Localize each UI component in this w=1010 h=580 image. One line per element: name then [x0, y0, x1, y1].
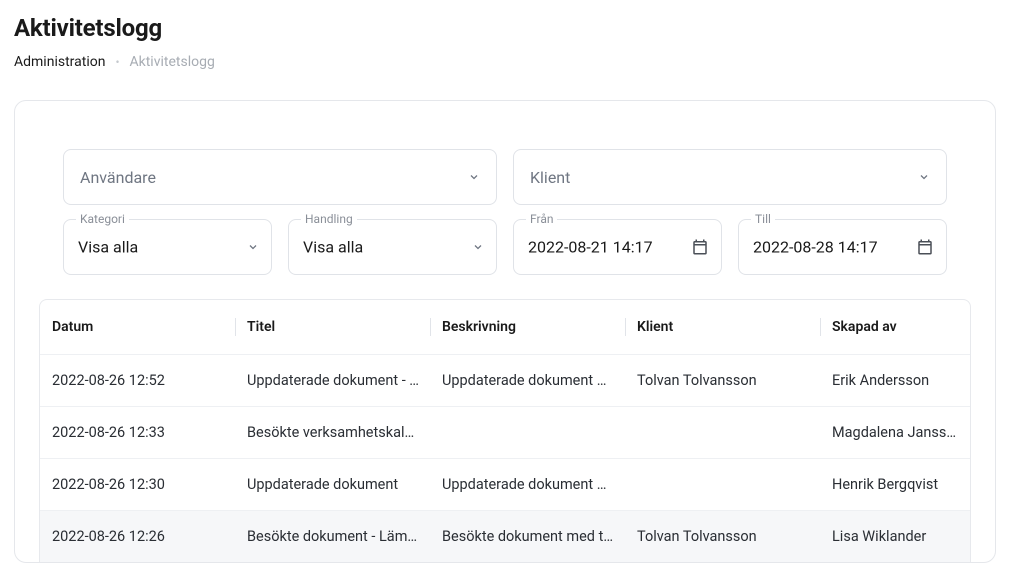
user-select-placeholder: Användare [80, 168, 156, 187]
activity-table: Datum Titel Beskrivning Klient Skapad av… [39, 299, 971, 562]
td-title: Uppdaterade dokument [235, 476, 430, 493]
td-created-by: Magdalena Jansson [820, 424, 970, 441]
th-created-by[interactable]: Skapad av [820, 319, 970, 335]
td-title: Uppdaterade dokument - … [235, 372, 430, 389]
activity-log-card: Användare Klient Kategori Visa alla [14, 100, 996, 563]
td-created-by: Erik Andersson [820, 372, 970, 389]
td-date: 2022-08-26 12:33 [40, 424, 235, 441]
breadcrumb-current: Aktivitetslogg [130, 54, 215, 70]
table-row[interactable]: 2022-08-26 12:52 Uppdaterade dokument - … [40, 354, 970, 406]
from-date-field[interactable]: Från 2022-08-21 14:17 [513, 219, 722, 275]
category-select[interactable]: Kategori Visa alla [63, 219, 272, 275]
td-date: 2022-08-26 12:30 [40, 476, 235, 493]
chevron-down-icon [468, 171, 480, 183]
chevron-down-icon [247, 241, 259, 253]
calendar-icon[interactable] [916, 238, 934, 256]
page-title: Aktivitetslogg [14, 14, 996, 42]
filters: Användare Klient Kategori Visa alla [15, 149, 995, 299]
td-title: Besökte dokument - Läm… [235, 528, 430, 545]
to-date-field[interactable]: Till 2022-08-28 14:17 [738, 219, 947, 275]
td-created-by: Henrik Bergqvist [820, 476, 970, 493]
table-header: Datum Titel Beskrivning Klient Skapad av [40, 300, 970, 354]
breadcrumb-separator: • [115, 55, 119, 69]
breadcrumb: Administration • Aktivitetslogg [14, 54, 996, 70]
chevron-down-icon [918, 171, 930, 183]
client-select[interactable]: Klient [513, 149, 947, 205]
to-value: 2022-08-28 14:17 [753, 238, 878, 257]
from-value: 2022-08-21 14:17 [528, 238, 653, 257]
td-description: Uppdaterade dokument … [430, 372, 625, 389]
td-date: 2022-08-26 12:26 [40, 528, 235, 545]
chevron-down-icon [472, 241, 484, 253]
th-description[interactable]: Beskrivning [430, 319, 625, 335]
td-client: Tolvan Tolvansson [625, 372, 820, 389]
to-label: Till [751, 212, 775, 226]
calendar-icon[interactable] [691, 238, 709, 256]
from-label: Från [526, 212, 557, 226]
td-description: Besökte dokument med t… [430, 528, 625, 545]
action-value: Visa alla [303, 238, 363, 257]
td-title: Besökte verksamhetskal… [235, 424, 430, 441]
client-select-placeholder: Klient [530, 168, 570, 187]
th-client[interactable]: Klient [625, 319, 820, 335]
td-client: Tolvan Tolvansson [625, 528, 820, 545]
category-label: Kategori [76, 212, 129, 226]
category-value: Visa alla [78, 238, 138, 257]
action-select[interactable]: Handling Visa alla [288, 219, 497, 275]
td-date: 2022-08-26 12:52 [40, 372, 235, 389]
table-row[interactable]: 2022-08-26 12:33 Besökte verksamhetskal…… [40, 406, 970, 458]
td-description: Uppdaterade dokument … [430, 476, 625, 493]
td-created-by: Lisa Wiklander [820, 528, 970, 545]
table-row[interactable]: 2022-08-26 12:30 Uppdaterade dokument Up… [40, 458, 970, 510]
action-label: Handling [301, 212, 357, 226]
th-title[interactable]: Titel [235, 319, 430, 335]
table-row[interactable]: 2022-08-26 12:26 Besökte dokument - Läm…… [40, 510, 970, 562]
breadcrumb-administration[interactable]: Administration [14, 54, 105, 70]
user-select[interactable]: Användare [63, 149, 497, 205]
th-date[interactable]: Datum [40, 319, 235, 335]
